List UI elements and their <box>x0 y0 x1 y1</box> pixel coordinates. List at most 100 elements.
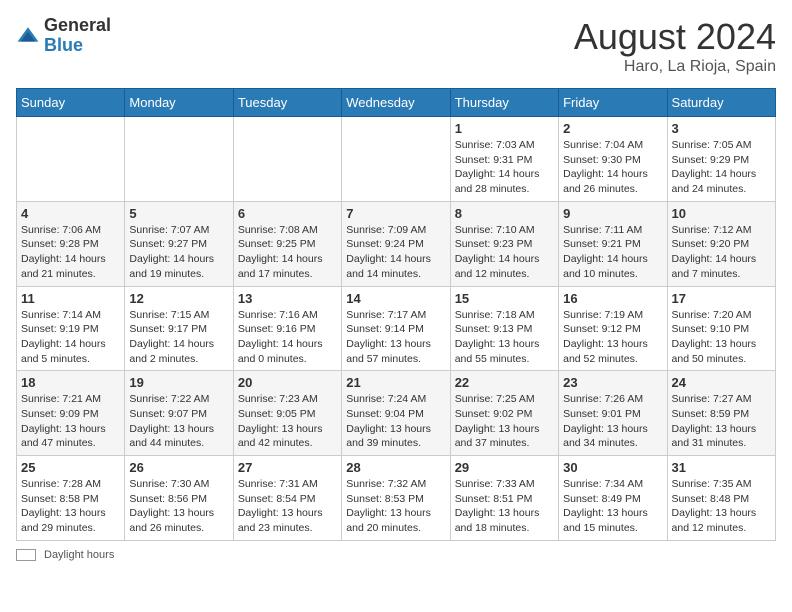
day-number: 23 <box>563 375 662 390</box>
calendar-cell: 3 Sunrise: 7:05 AM Sunset: 9:29 PM Daylig… <box>667 117 775 202</box>
calendar-cell: 10 Sunrise: 7:12 AM Sunset: 9:20 PM Dayli… <box>667 201 775 286</box>
day-info: Sunrise: 7:15 AM Sunset: 9:17 PM Dayligh… <box>129 308 228 367</box>
day-number: 7 <box>346 206 445 221</box>
calendar-week-5: 25 Sunrise: 7:28 AM Sunset: 8:58 PM Dayli… <box>17 456 776 541</box>
day-info: Sunrise: 7:04 AM Sunset: 9:30 PM Dayligh… <box>563 138 662 197</box>
day-number: 17 <box>672 291 771 306</box>
day-info: Sunrise: 7:31 AM Sunset: 8:54 PM Dayligh… <box>238 477 337 536</box>
day-info: Sunrise: 7:27 AM Sunset: 8:59 PM Dayligh… <box>672 392 771 451</box>
day-info: Sunrise: 7:30 AM Sunset: 8:56 PM Dayligh… <box>129 477 228 536</box>
calendar-title: August 2024 <box>574 16 776 58</box>
calendar-cell: 12 Sunrise: 7:15 AM Sunset: 9:17 PM Dayli… <box>125 286 233 371</box>
weekday-header-thursday: Thursday <box>450 89 558 117</box>
day-info: Sunrise: 7:34 AM Sunset: 8:49 PM Dayligh… <box>563 477 662 536</box>
weekday-header-monday: Monday <box>125 89 233 117</box>
day-info: Sunrise: 7:08 AM Sunset: 9:25 PM Dayligh… <box>238 223 337 282</box>
day-number: 26 <box>129 460 228 475</box>
calendar-cell: 1Sunrise: 7:03 AM Sunset: 9:31 PM Daylig… <box>450 117 558 202</box>
day-info: Sunrise: 7:06 AM Sunset: 9:28 PM Dayligh… <box>21 223 120 282</box>
day-info: Sunrise: 7:32 AM Sunset: 8:53 PM Dayligh… <box>346 477 445 536</box>
day-number: 15 <box>455 291 554 306</box>
day-number: 19 <box>129 375 228 390</box>
day-number: 20 <box>238 375 337 390</box>
weekday-header-friday: Friday <box>559 89 667 117</box>
calendar-cell: 26 Sunrise: 7:30 AM Sunset: 8:56 PM Dayli… <box>125 456 233 541</box>
calendar-table: SundayMondayTuesdayWednesdayThursdayFrid… <box>16 88 776 541</box>
day-info: Sunrise: 7:24 AM Sunset: 9:04 PM Dayligh… <box>346 392 445 451</box>
calendar-week-2: 4 Sunrise: 7:06 AM Sunset: 9:28 PM Daylig… <box>17 201 776 286</box>
day-number: 18 <box>21 375 120 390</box>
calendar-cell: 15 Sunrise: 7:18 AM Sunset: 9:13 PM Dayli… <box>450 286 558 371</box>
calendar-cell: 2 Sunrise: 7:04 AM Sunset: 9:30 PM Daylig… <box>559 117 667 202</box>
calendar-cell: 27 Sunrise: 7:31 AM Sunset: 8:54 PM Dayli… <box>233 456 341 541</box>
day-number: 28 <box>346 460 445 475</box>
calendar-week-3: 11 Sunrise: 7:14 AM Sunset: 9:19 PM Dayli… <box>17 286 776 371</box>
calendar-cell <box>342 117 450 202</box>
day-info: Sunrise: 7:14 AM Sunset: 9:19 PM Dayligh… <box>21 308 120 367</box>
day-number: 9 <box>563 206 662 221</box>
day-info: Sunrise: 7:09 AM Sunset: 9:24 PM Dayligh… <box>346 223 445 282</box>
day-number: 12 <box>129 291 228 306</box>
calendar-cell: 29Sunrise: 7:33 AM Sunset: 8:51 PM Dayli… <box>450 456 558 541</box>
day-number: 2 <box>563 121 662 136</box>
weekday-header-row: SundayMondayTuesdayWednesdayThursdayFrid… <box>17 89 776 117</box>
calendar-cell: 21 Sunrise: 7:24 AM Sunset: 9:04 PM Dayli… <box>342 371 450 456</box>
day-info: Sunrise: 7:05 AM Sunset: 9:29 PM Dayligh… <box>672 138 771 197</box>
day-number: 27 <box>238 460 337 475</box>
calendar-week-4: 18 Sunrise: 7:21 AM Sunset: 9:09 PM Dayli… <box>17 371 776 456</box>
calendar-cell <box>125 117 233 202</box>
day-number: 16 <box>563 291 662 306</box>
day-info: Sunrise: 7:28 AM Sunset: 8:58 PM Dayligh… <box>21 477 120 536</box>
weekday-header-saturday: Saturday <box>667 89 775 117</box>
day-number: 11 <box>21 291 120 306</box>
weekday-header-tuesday: Tuesday <box>233 89 341 117</box>
weekday-header-sunday: Sunday <box>17 89 125 117</box>
weekday-header-wednesday: Wednesday <box>342 89 450 117</box>
calendar-cell: 30Sunrise: 7:34 AM Sunset: 8:49 PM Dayli… <box>559 456 667 541</box>
day-number: 24 <box>672 375 771 390</box>
day-info: Sunrise: 7:22 AM Sunset: 9:07 PM Dayligh… <box>129 392 228 451</box>
day-info: Sunrise: 7:19 AM Sunset: 9:12 PM Dayligh… <box>563 308 662 367</box>
day-info: Sunrise: 7:18 AM Sunset: 9:13 PM Dayligh… <box>455 308 554 367</box>
logo: General Blue <box>16 16 111 56</box>
calendar-cell: 20 Sunrise: 7:23 AM Sunset: 9:05 PM Dayli… <box>233 371 341 456</box>
calendar-cell: 18 Sunrise: 7:21 AM Sunset: 9:09 PM Dayli… <box>17 371 125 456</box>
calendar-cell: 28 Sunrise: 7:32 AM Sunset: 8:53 PM Dayli… <box>342 456 450 541</box>
day-number: 5 <box>129 206 228 221</box>
day-info: Sunrise: 7:20 AM Sunset: 9:10 PM Dayligh… <box>672 308 771 367</box>
day-number: 14 <box>346 291 445 306</box>
day-number: 6 <box>238 206 337 221</box>
day-number: 13 <box>238 291 337 306</box>
day-number: 3 <box>672 121 771 136</box>
day-number: 25 <box>21 460 120 475</box>
calendar-cell <box>17 117 125 202</box>
calendar-cell: 19 Sunrise: 7:22 AM Sunset: 9:07 PM Dayli… <box>125 371 233 456</box>
calendar-cell: 22Sunrise: 7:25 AM Sunset: 9:02 PM Dayli… <box>450 371 558 456</box>
day-number: 22 <box>455 375 554 390</box>
day-info: Sunrise: 7:23 AM Sunset: 9:05 PM Dayligh… <box>238 392 337 451</box>
logo-general: General <box>44 16 111 36</box>
calendar-cell: 31Sunrise: 7:35 AM Sunset: 8:48 PM Dayli… <box>667 456 775 541</box>
calendar-cell: 7 Sunrise: 7:09 AM Sunset: 9:24 PM Daylig… <box>342 201 450 286</box>
calendar-cell: 16 Sunrise: 7:19 AM Sunset: 9:12 PM Dayli… <box>559 286 667 371</box>
calendar-cell <box>233 117 341 202</box>
calendar-cell: 25 Sunrise: 7:28 AM Sunset: 8:58 PM Dayli… <box>17 456 125 541</box>
day-info: Sunrise: 7:07 AM Sunset: 9:27 PM Dayligh… <box>129 223 228 282</box>
day-info: Sunrise: 7:17 AM Sunset: 9:14 PM Dayligh… <box>346 308 445 367</box>
logo-text: General Blue <box>44 16 111 56</box>
calendar-cell: 4 Sunrise: 7:06 AM Sunset: 9:28 PM Daylig… <box>17 201 125 286</box>
day-info: Sunrise: 7:21 AM Sunset: 9:09 PM Dayligh… <box>21 392 120 451</box>
daylight-swatch <box>16 549 36 561</box>
calendar-cell: 8Sunrise: 7:10 AM Sunset: 9:23 PM Daylig… <box>450 201 558 286</box>
day-info: Sunrise: 7:12 AM Sunset: 9:20 PM Dayligh… <box>672 223 771 282</box>
day-number: 21 <box>346 375 445 390</box>
day-number: 10 <box>672 206 771 221</box>
calendar-footer: Daylight hours <box>16 549 776 561</box>
day-number: 4 <box>21 206 120 221</box>
calendar-cell: 6 Sunrise: 7:08 AM Sunset: 9:25 PM Daylig… <box>233 201 341 286</box>
daylight-label: Daylight hours <box>44 549 114 561</box>
day-info: Sunrise: 7:16 AM Sunset: 9:16 PM Dayligh… <box>238 308 337 367</box>
calendar-cell: 9Sunrise: 7:11 AM Sunset: 9:21 PM Daylig… <box>559 201 667 286</box>
calendar-cell: 23Sunrise: 7:26 AM Sunset: 9:01 PM Dayli… <box>559 371 667 456</box>
title-block: August 2024 Haro, La Rioja, Spain <box>574 16 776 76</box>
